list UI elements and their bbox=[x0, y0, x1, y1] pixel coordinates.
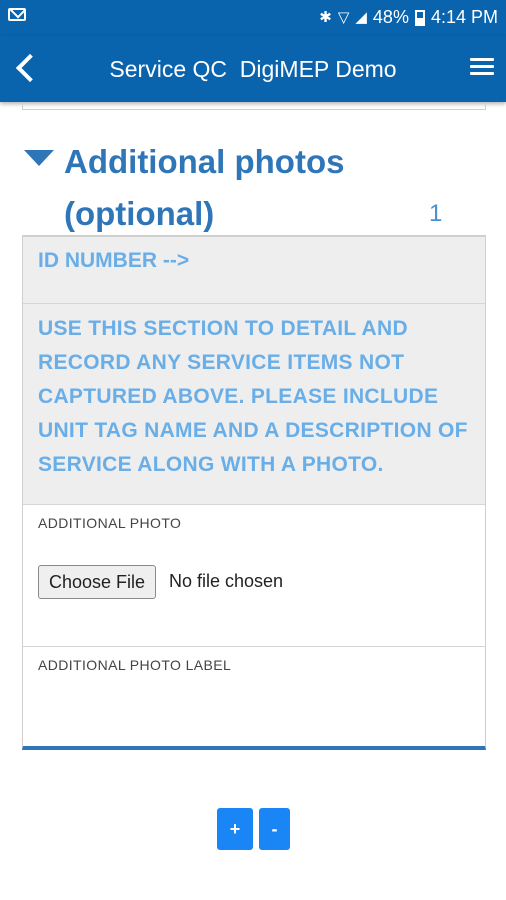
menu-button[interactable] bbox=[468, 54, 496, 82]
app-title: Service QC DigiMEP Demo bbox=[109, 56, 397, 82]
app-bar: Service QC DigiMEP Demo bbox=[0, 36, 506, 102]
status-indicators: ✱ ▽ ◢ 48% 4:14 PM bbox=[319, 7, 498, 28]
additional-photo-label-input[interactable] bbox=[35, 679, 475, 737]
instructions-text: USE THIS SECTION TO DETAIL AND RECORD AN… bbox=[38, 317, 468, 476]
hamburger-menu-icon-bar bbox=[470, 65, 494, 68]
chevron-left-icon bbox=[15, 53, 45, 83]
hamburger-menu-icon-bar bbox=[470, 72, 494, 75]
additional-photo-form-card: ID NUMBER --> USE THIS SECTION TO DETAIL… bbox=[22, 235, 486, 750]
signal-icon: ◢ bbox=[355, 9, 367, 26]
status-bar: ✱ ▽ ◢ 48% 4:14 PM bbox=[0, 0, 506, 36]
remove-entry-button[interactable]: - bbox=[259, 808, 290, 850]
additional-photo-label-field-label: ADDITIONAL PHOTO LABEL bbox=[38, 657, 232, 673]
back-button[interactable] bbox=[8, 48, 45, 88]
id-number-label: ID NUMBER --> bbox=[38, 249, 190, 272]
section-count: 1 bbox=[429, 200, 443, 227]
collapse-triangle-icon[interactable] bbox=[24, 150, 54, 166]
previous-card-edge bbox=[22, 102, 486, 110]
additional-photo-label-row: ADDITIONAL PHOTO LABEL bbox=[23, 647, 485, 748]
additional-photo-label: ADDITIONAL PHOTO bbox=[38, 515, 182, 531]
wifi-icon: ▽ bbox=[337, 9, 350, 26]
additional-photo-row: ADDITIONAL PHOTO Choose File No file cho… bbox=[23, 505, 485, 647]
notification-area bbox=[8, 8, 28, 24]
hamburger-menu-icon bbox=[470, 58, 494, 61]
bluetooth-icon: ✱ bbox=[319, 9, 332, 26]
battery-percent: 48% bbox=[372, 7, 409, 27]
choose-file-button[interactable]: Choose File bbox=[38, 565, 157, 599]
instructions-row: USE THIS SECTION TO DETAIL AND RECORD AN… bbox=[23, 304, 485, 505]
add-entry-button[interactable]: + bbox=[217, 808, 253, 850]
file-status-text: No file chosen bbox=[169, 571, 284, 591]
battery-icon bbox=[414, 9, 425, 26]
section-title: Additional photos (optional) bbox=[64, 143, 345, 232]
id-number-row: ID NUMBER --> bbox=[23, 237, 485, 304]
mail-icon bbox=[8, 8, 26, 21]
clock: 4:14 PM bbox=[430, 7, 498, 27]
